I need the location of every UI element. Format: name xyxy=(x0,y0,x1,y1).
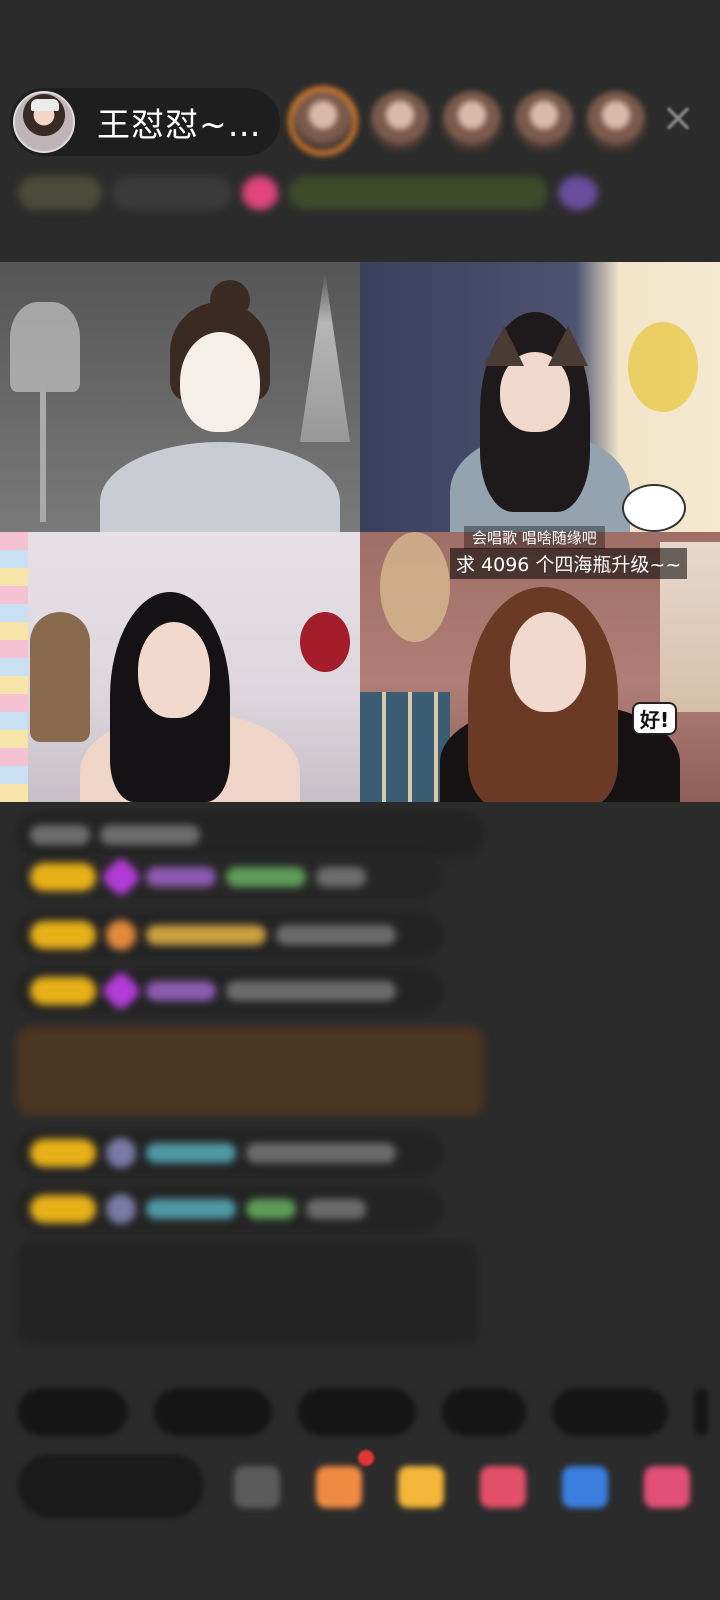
username xyxy=(146,867,216,887)
username xyxy=(246,1199,296,1219)
quick-reply-button[interactable] xyxy=(298,1388,416,1436)
username xyxy=(146,1143,236,1163)
more-icon[interactable] xyxy=(644,1466,690,1508)
person-face xyxy=(180,332,260,432)
chat-message xyxy=(16,854,442,900)
rank-chip xyxy=(288,176,548,210)
person xyxy=(100,442,340,532)
sticker-face xyxy=(628,322,698,412)
viewer-avatar[interactable] xyxy=(586,91,646,151)
shop-icon[interactable] xyxy=(316,1466,362,1508)
flower-decoration xyxy=(300,612,350,672)
avatar-icon xyxy=(99,1131,143,1175)
rank-chip xyxy=(112,176,232,210)
video-tile[interactable] xyxy=(0,532,360,802)
chat-message xyxy=(16,912,442,958)
level-badge xyxy=(30,977,96,1005)
gem-icon xyxy=(99,855,143,899)
viewer-avatars xyxy=(288,86,646,156)
username xyxy=(146,925,266,945)
message-text xyxy=(306,1199,366,1219)
emoji-icon[interactable] xyxy=(234,1466,280,1508)
viewer-avatar[interactable] xyxy=(442,91,502,151)
message-text xyxy=(276,925,396,945)
system-announcement xyxy=(16,1242,478,1346)
viewer-avatar[interactable] xyxy=(370,91,430,151)
chat-message xyxy=(16,1130,442,1176)
chat-message xyxy=(16,968,442,1014)
gift-icon xyxy=(242,176,278,210)
person-face xyxy=(138,622,210,718)
cat-ear-right xyxy=(548,326,588,366)
toy-decoration xyxy=(30,612,90,742)
notification-dot xyxy=(358,1450,374,1466)
lamp-stand xyxy=(40,382,46,522)
rank-chip xyxy=(18,176,102,210)
person-face xyxy=(510,612,586,712)
cat-ear-left xyxy=(484,326,524,366)
level-badge xyxy=(30,1139,96,1167)
close-icon: × xyxy=(661,95,695,141)
quick-reply-button[interactable] xyxy=(442,1388,526,1436)
host-avatar[interactable] xyxy=(13,91,75,153)
sticker-creature xyxy=(622,484,686,532)
gem-icon xyxy=(99,969,143,1013)
message-text xyxy=(30,825,90,845)
host-info-pill[interactable]: 王怼怼~… xyxy=(10,88,280,156)
tree-decoration xyxy=(300,272,350,442)
song-caption: 会唱歌 唱啥随缘吧 xyxy=(464,526,605,549)
level-badge xyxy=(30,1195,96,1223)
host-name: 王怼怼~… xyxy=(97,105,262,144)
rank-strip[interactable] xyxy=(18,170,698,216)
viewer-avatar[interactable] xyxy=(514,91,574,151)
bottom-toolbar xyxy=(18,1450,718,1534)
video-tile[interactable] xyxy=(360,262,720,532)
badge-icon xyxy=(558,176,598,210)
avatar-icon xyxy=(99,1187,143,1231)
username xyxy=(146,1199,236,1219)
hair-bun xyxy=(210,280,250,320)
medal-icon xyxy=(99,913,143,957)
shelf-decoration xyxy=(360,692,450,802)
quick-reply-button[interactable] xyxy=(154,1388,272,1436)
dreamcatcher-decoration xyxy=(380,532,450,642)
message-text xyxy=(226,981,396,1001)
quick-reply-button[interactable] xyxy=(552,1388,668,1436)
chat-message xyxy=(16,1186,442,1232)
chat-input[interactable] xyxy=(18,1454,204,1518)
username xyxy=(226,867,306,887)
message-text xyxy=(316,867,366,887)
sticker-text: 好! xyxy=(632,702,678,735)
username xyxy=(146,981,216,1001)
video-tile[interactable] xyxy=(0,262,360,532)
message-text xyxy=(100,825,200,845)
close-button[interactable]: × xyxy=(660,95,696,141)
viewer-avatar[interactable] xyxy=(288,86,358,156)
level-badge xyxy=(30,863,96,891)
level-badge xyxy=(30,921,96,949)
chat-message xyxy=(16,812,484,858)
balloon-column xyxy=(0,532,28,802)
gift-request-caption: 求 4096 个四海瓶升级~~ xyxy=(450,548,688,579)
video-grid: 会唱歌 唱啥随缘吧 求 4096 个四海瓶升级~~ 好! xyxy=(0,262,720,802)
game-icon[interactable] xyxy=(562,1466,608,1508)
fan-club-icon[interactable] xyxy=(480,1466,526,1508)
quick-reply-button[interactable] xyxy=(694,1388,708,1436)
message-text xyxy=(246,1143,396,1163)
gift-box-icon[interactable] xyxy=(398,1466,444,1508)
quick-reply-button[interactable] xyxy=(18,1388,128,1436)
lamp-decoration xyxy=(10,302,80,392)
quick-replies xyxy=(18,1388,708,1436)
chat-message-highlighted xyxy=(16,1026,484,1116)
